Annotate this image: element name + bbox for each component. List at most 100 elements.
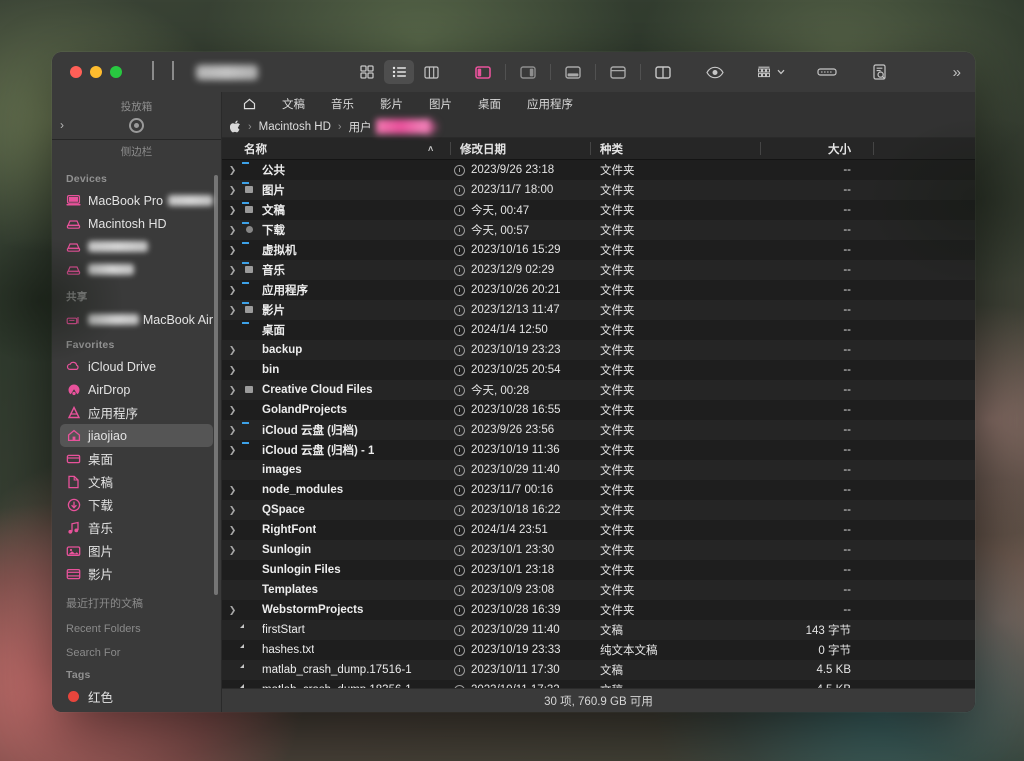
sidebar-item-applications[interactable]: 应用程序	[60, 401, 213, 424]
close-button[interactable]	[70, 66, 82, 78]
disclosure-triangle-icon[interactable]: ❯	[228, 245, 237, 256]
get-info-button[interactable]	[864, 60, 894, 84]
column-header-date[interactable]: 修改日期	[450, 138, 590, 159]
table-row[interactable]: Sunlogin Files2023/10/1 23:18文件夹--	[222, 560, 975, 580]
column-header-kind[interactable]: 种类	[590, 138, 760, 159]
table-row[interactable]: ❯iCloud 云盘 (归档)2023/9/26 23:56文件夹--	[222, 420, 975, 440]
table-row[interactable]: ❯RightFont2024/1/4 23:51文件夹--	[222, 520, 975, 540]
disclosure-triangle-icon[interactable]: ❯	[228, 445, 237, 456]
sidebar-expand-chevron-icon[interactable]: ›	[60, 118, 64, 132]
table-row[interactable]: Templates2023/10/9 23:08文件夹--	[222, 580, 975, 600]
disclosure-triangle-icon[interactable]: ❯	[228, 205, 237, 216]
favbar-item-movies[interactable]: 影片	[367, 96, 416, 112]
sidebar-group-recent-documents[interactable]: 最近打开的文稿	[52, 585, 221, 613]
sidebar-item-jiaojiao[interactable]: jiaojiao	[60, 424, 213, 447]
minimize-button[interactable]	[90, 66, 102, 78]
sidebar-tag-orange[interactable]: 橙色	[60, 708, 213, 712]
table-row[interactable]: ❯虚拟机2023/10/16 15:29文件夹--	[222, 240, 975, 260]
column-header-size[interactable]: 大小	[760, 138, 873, 159]
table-row[interactable]: images2023/10/29 11:40文件夹--	[222, 460, 975, 480]
breadcrumb-macintosh-hd[interactable]: Macintosh HD	[259, 121, 331, 133]
bottom-panel-toggle-button[interactable]	[558, 60, 588, 84]
favbar-item-documents[interactable]: 文稿	[269, 96, 318, 112]
table-row[interactable]: ❯WebstormProjects2023/10/28 16:39文件夹--	[222, 600, 975, 620]
disclosure-triangle-icon[interactable]: ❯	[228, 345, 237, 356]
favbar-item-desktop[interactable]: 桌面	[465, 96, 514, 112]
table-row[interactable]: matlab_crash_dump.17516-12023/10/11 17:3…	[222, 660, 975, 680]
disclosure-triangle-icon[interactable]: ❯	[228, 225, 237, 236]
forward-button[interactable]	[172, 63, 174, 81]
table-row[interactable]: 桌面2024/1/4 12:50文件夹--	[222, 320, 975, 340]
table-row[interactable]: matlab_crash_dump.18356-12023/10/11 17:3…	[222, 680, 975, 688]
sidebar-item-desktop[interactable]: 桌面	[60, 447, 213, 470]
icon-view-button[interactable]	[352, 60, 382, 84]
table-row[interactable]: ❯backup2023/10/19 23:23文件夹--	[222, 340, 975, 360]
table-row[interactable]: ❯Sunlogin2023/10/1 23:30文件夹--	[222, 540, 975, 560]
sidebar-item-documents[interactable]: 文稿	[60, 470, 213, 493]
table-row[interactable]: ❯图片2023/11/7 18:00文件夹--	[222, 180, 975, 200]
disclosure-triangle-icon[interactable]: ❯	[228, 285, 237, 296]
breadcrumb-current-redacted[interactable]	[376, 119, 430, 134]
disclosure-triangle-icon[interactable]: ❯	[228, 365, 237, 376]
sidebar-group-search-for[interactable]: Search For	[52, 637, 221, 661]
sidebar-item-music[interactable]: 音乐	[60, 516, 213, 539]
sidebar-item-macintosh-hd[interactable]: Macintosh HD	[60, 212, 213, 235]
table-row[interactable]: ❯node_modules2023/11/7 00:16文件夹--	[222, 480, 975, 500]
disclosure-triangle-icon[interactable]: ❯	[228, 485, 237, 496]
table-row[interactable]: ❯GolandProjects2023/10/28 16:55文件夹--	[222, 400, 975, 420]
disclosure-triangle-icon[interactable]: ❯	[228, 385, 237, 396]
file-list[interactable]: ❯公共2023/9/26 23:18文件夹--❯图片2023/11/7 18:0…	[222, 160, 975, 688]
sidebar-item-drive-redacted-2[interactable]	[60, 258, 213, 281]
table-row[interactable]: ❯公共2023/9/26 23:18文件夹--	[222, 160, 975, 180]
disclosure-triangle-icon[interactable]: ❯	[228, 305, 237, 316]
back-button[interactable]	[152, 63, 154, 81]
preview-button[interactable]	[700, 60, 730, 84]
table-row[interactable]: ❯文稿今天, 00:47文件夹--	[222, 200, 975, 220]
top-panel-toggle-button[interactable]	[603, 60, 633, 84]
right-panel-toggle-button[interactable]	[513, 60, 543, 84]
split-view-button[interactable]	[648, 60, 678, 84]
table-row[interactable]: hashes.txt2023/10/19 23:33纯文本文稿0 字节	[222, 640, 975, 660]
tag-button[interactable]	[812, 60, 842, 84]
disclosure-triangle-icon[interactable]: ❯	[228, 165, 237, 176]
table-row[interactable]: ❯应用程序2023/10/26 20:21文件夹--	[222, 280, 975, 300]
column-view-button[interactable]	[416, 60, 446, 84]
sidebar-item-macbook-air[interactable]: MacBook Air	[60, 308, 213, 331]
table-row[interactable]: ❯下载今天, 00:57文件夹--	[222, 220, 975, 240]
sidebar-toggle-button[interactable]	[468, 60, 498, 84]
column-header-name[interactable]: 名称 ˄	[222, 138, 450, 159]
toolbar-overflow-button[interactable]: »	[953, 64, 959, 81]
favbar-item-music[interactable]: 音乐	[318, 96, 367, 112]
sidebar-item-airdrop[interactable]: AirDrop	[60, 378, 213, 401]
disclosure-triangle-icon[interactable]: ❯	[228, 185, 237, 196]
table-row[interactable]: ❯iCloud 云盘 (归档) - 12023/10/19 11:36文件夹--	[222, 440, 975, 460]
favbar-home-button[interactable]	[230, 98, 269, 110]
disclosure-triangle-icon[interactable]: ❯	[228, 505, 237, 516]
zoom-button[interactable]	[110, 66, 122, 78]
disclosure-triangle-icon[interactable]: ❯	[228, 525, 237, 536]
list-view-button[interactable]	[384, 60, 414, 84]
disclosure-triangle-icon[interactable]: ❯	[228, 425, 237, 436]
sidebar-scrollbar[interactable]	[214, 175, 218, 595]
group-by-button[interactable]	[752, 60, 790, 84]
sidebar-item-pictures[interactable]: 图片	[60, 539, 213, 562]
sidebar-item-drive-redacted-1[interactable]	[60, 235, 213, 258]
favbar-item-pictures[interactable]: 图片	[416, 96, 465, 112]
sidebar-group-recent-folders[interactable]: Recent Folders	[52, 613, 221, 637]
table-row[interactable]: ❯音乐2023/12/9 02:29文件夹--	[222, 260, 975, 280]
disclosure-triangle-icon[interactable]: ❯	[228, 405, 237, 416]
breadcrumb-users[interactable]: 用户	[349, 119, 372, 135]
sidebar-item-downloads[interactable]: 下载	[60, 493, 213, 516]
table-row[interactable]: ❯QSpace2023/10/18 16:22文件夹--	[222, 500, 975, 520]
dropbox-zone[interactable]: › 投放箱	[52, 92, 221, 140]
table-row[interactable]: ❯bin2023/10/25 20:54文件夹--	[222, 360, 975, 380]
disclosure-triangle-icon[interactable]: ❯	[228, 265, 237, 276]
table-row[interactable]: ❯Creative Cloud Files今天, 00:28文件夹--	[222, 380, 975, 400]
table-row[interactable]: firstStart2023/10/29 11:40文稿143 字节	[222, 620, 975, 640]
sidebar-item-macbook-pro[interactable]: MacBook Pro	[60, 189, 213, 212]
table-row[interactable]: ❯影片2023/12/13 11:47文件夹--	[222, 300, 975, 320]
sidebar-item-icloud-drive[interactable]: iCloud Drive	[60, 355, 213, 378]
sidebar-tag-red[interactable]: 红色	[60, 685, 213, 708]
favbar-item-applications[interactable]: 应用程序	[514, 96, 586, 112]
disclosure-triangle-icon[interactable]: ❯	[228, 605, 237, 616]
